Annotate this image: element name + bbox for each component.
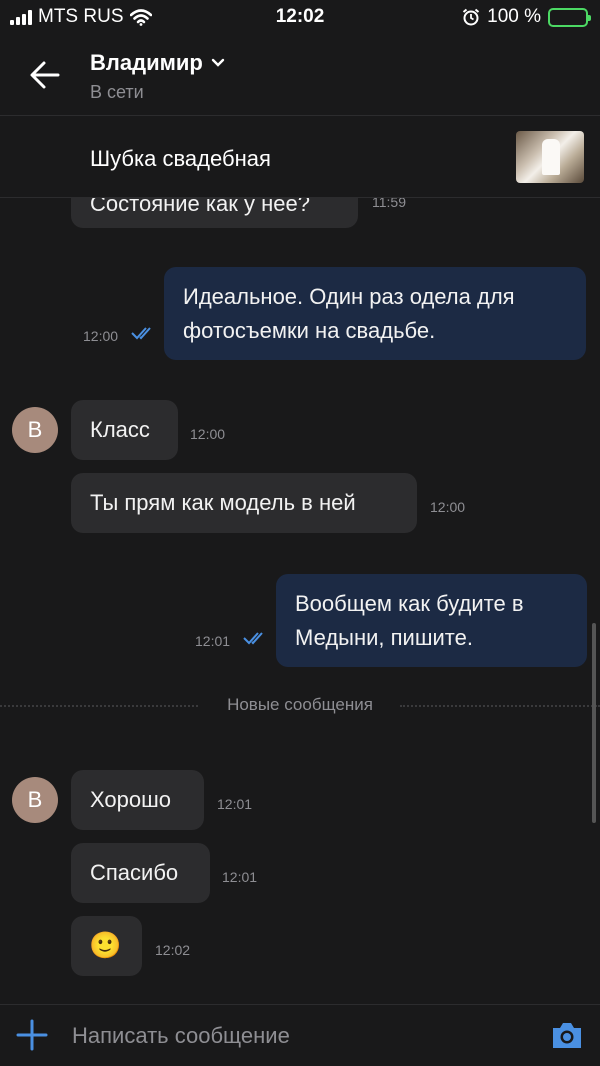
message-input[interactable] <box>72 1019 522 1053</box>
message-incoming[interactable]: Ты прям как модель в ней <box>71 473 417 533</box>
double-check-icon <box>243 632 263 645</box>
message-time: 12:02 <box>155 942 191 958</box>
message-text-line: Медыни, пишите. <box>295 625 473 650</box>
message-text: Ты прям как модель в ней <box>90 490 356 515</box>
contact-name-button[interactable]: Владимир <box>90 50 225 76</box>
message-text: Класс <box>90 417 150 442</box>
contact-name: Владимир <box>90 50 203 75</box>
message-time: 12:00 <box>83 328 119 344</box>
message-time: 12:01 <box>195 633 231 649</box>
status-bar: MTS RUS 12:02 100 % <box>0 0 600 34</box>
avatar[interactable]: В <box>12 407 58 453</box>
emoji-message: 🙂 <box>89 930 122 960</box>
pinned-title: Шубка свадебная <box>90 146 271 171</box>
message-text-line: Идеальное. Один раз одела для <box>183 284 515 309</box>
message-text: Хорошо <box>90 787 172 812</box>
message-incoming[interactable]: 🙂 <box>71 916 142 976</box>
camera-icon[interactable] <box>550 1019 584 1051</box>
message-text-line: фотосъемки на свадьбе. <box>183 318 436 343</box>
pinned-product[interactable]: Шубка свадебная <box>0 116 600 198</box>
divider-label: Новые сообщения <box>227 695 373 714</box>
battery-percent: 100 % <box>487 6 541 27</box>
message-time: 12:01 <box>217 796 253 812</box>
message-incoming[interactable]: Класс <box>71 400 178 460</box>
message-text-line: Вообщем как будите в <box>295 591 524 616</box>
double-check-icon <box>131 327 151 340</box>
message-text: Состояние как у нее? <box>90 198 310 216</box>
message-time: 11:59 <box>372 198 406 210</box>
chevron-down-icon <box>211 58 225 67</box>
message-time: 12:01 <box>222 869 258 885</box>
new-messages-divider: Новые сообщения <box>0 693 600 717</box>
plus-icon[interactable] <box>16 1019 48 1051</box>
message-outgoing[interactable]: Вообщем как будите в Медыни, пишите. <box>276 574 587 667</box>
message-time: 12:00 <box>190 426 226 442</box>
product-thumbnail <box>516 131 584 183</box>
alarm-icon <box>462 8 480 26</box>
chat-header: Владимир В сети <box>0 34 600 116</box>
scrollbar[interactable] <box>592 623 596 823</box>
message-time: 12:00 <box>430 499 466 515</box>
status-right: 100 % <box>462 6 591 28</box>
message-list[interactable]: Состояние как у нее? 11:59 12:00 Идеальн… <box>0 198 600 1004</box>
message-outgoing[interactable]: Идеальное. Один раз одела для фотосъемки… <box>164 267 586 360</box>
contact-status: В сети <box>90 82 144 102</box>
battery-icon <box>548 7 591 27</box>
message-incoming[interactable]: Хорошо <box>71 770 204 830</box>
message-composer <box>0 1004 600 1066</box>
message-incoming[interactable]: Спасибо <box>71 843 210 903</box>
message-text: Спасибо <box>90 860 179 885</box>
avatar[interactable]: В <box>12 777 58 823</box>
back-arrow-icon[interactable] <box>28 58 62 92</box>
message-incoming[interactable]: Состояние как у нее? <box>71 198 358 228</box>
